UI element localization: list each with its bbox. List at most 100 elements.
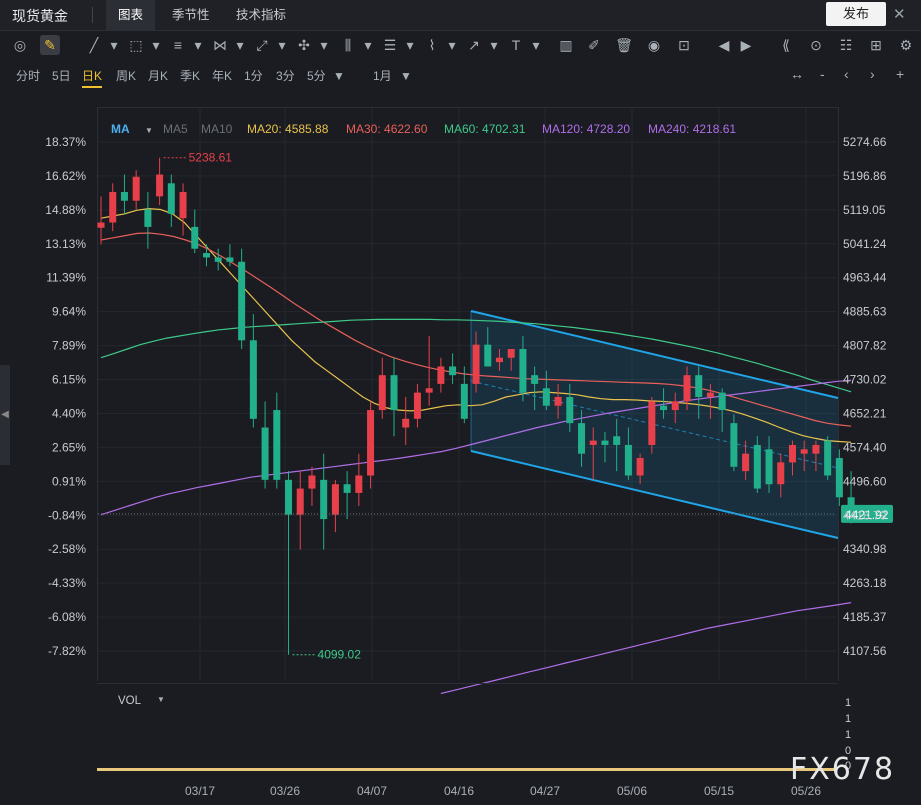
- candle-body: [660, 405, 668, 411]
- candle-body: [179, 192, 187, 219]
- vol-tick: 1: [845, 713, 852, 725]
- candle-body: [718, 392, 726, 411]
- y-tick-left: 11.39%: [46, 271, 86, 285]
- candle-body: [531, 375, 539, 384]
- y-tick-left: -6.08%: [48, 610, 86, 624]
- vol-tick: 1: [845, 729, 852, 741]
- y-tick-right: 5119.05: [843, 203, 886, 217]
- candle-body: [578, 423, 586, 454]
- x-tick: 04/16: [444, 784, 474, 798]
- candle-body: [695, 375, 703, 397]
- y-tick-right: 5274.66: [843, 135, 887, 149]
- y-tick-left: 0.91%: [52, 474, 86, 488]
- candle-body: [249, 340, 257, 419]
- y-tick-left: 9.64%: [52, 305, 86, 319]
- candle-body: [97, 222, 105, 228]
- y-tick-right: 4885.63: [843, 305, 887, 319]
- candle-body: [613, 436, 621, 445]
- candle-body: [472, 344, 480, 384]
- y-tick-right: 4807.82: [843, 339, 887, 353]
- candle-body: [355, 475, 363, 493]
- ma240-line: [440, 602, 852, 695]
- y-tick-right: 4185.37: [843, 610, 887, 624]
- candle-body: [413, 392, 421, 419]
- candle-body: [753, 444, 761, 489]
- volume-baseline: [97, 768, 837, 771]
- candle-body: [495, 357, 503, 363]
- candle-body: [601, 440, 609, 445]
- candle-body: [390, 375, 398, 411]
- candle-body: [273, 410, 281, 480]
- candle-body: [425, 388, 433, 393]
- candle-body: [202, 253, 210, 258]
- candle-body: [519, 349, 527, 393]
- candle-body: [788, 444, 796, 463]
- y-tick-left: 18.37%: [45, 135, 86, 149]
- candle-body: [109, 192, 117, 223]
- candle-body: [226, 257, 234, 262]
- y-tick-left: -4.33%: [48, 576, 86, 590]
- y-tick-left: 13.13%: [45, 237, 86, 251]
- legend-ma10: MA10: [201, 122, 233, 136]
- y-tick-left: 7.89%: [52, 339, 86, 353]
- candle-body: [120, 192, 128, 201]
- candle-body: [683, 375, 691, 402]
- legend-ma120: MA120: 4728.20: [542, 122, 630, 136]
- y-tick-right: 4574.40: [843, 440, 887, 454]
- y-tick-left: 4.40%: [52, 406, 86, 420]
- candle-body: [671, 401, 679, 411]
- candle-body: [214, 257, 222, 262]
- candle-body: [706, 392, 714, 397]
- y-tick-left: 6.15%: [52, 373, 86, 387]
- candle-body: [331, 484, 339, 515]
- candle-body: [648, 401, 656, 445]
- legend-ma20: MA20: 4585.88: [247, 122, 329, 136]
- chevron-down-icon[interactable]: ▼: [157, 695, 165, 704]
- y-tick-left: -2.58%: [48, 542, 86, 556]
- legend-ma60: MA60: 4702.31: [444, 122, 526, 136]
- y-tick-right: 4107.56: [843, 644, 887, 658]
- legend-ma30: MA30: 4622.60: [346, 122, 428, 136]
- y-tick-right: 5196.86: [843, 169, 887, 183]
- candle-body: [777, 462, 785, 485]
- candle-body: [542, 388, 550, 406]
- candle-body: [765, 449, 773, 485]
- candle-body: [296, 488, 304, 515]
- candle-body: [343, 484, 351, 493]
- volume-panel: [97, 683, 837, 776]
- y-tick-right: 4340.98: [843, 542, 887, 556]
- chevron-down-icon[interactable]: ▼: [145, 126, 153, 135]
- x-tick: 04/07: [357, 784, 387, 798]
- y-tick-right: 4496.60: [843, 474, 887, 488]
- candle-body: [238, 261, 246, 341]
- candle-body: [589, 440, 597, 445]
- y-tick-right: 4418.79: [843, 508, 887, 522]
- candle-body: [402, 418, 410, 428]
- y-tick-right: 4652.21: [843, 406, 887, 420]
- candle-body: [624, 444, 632, 476]
- volume-label: VOL: [118, 695, 142, 707]
- candle-body: [191, 226, 199, 249]
- candle-body: [167, 183, 175, 214]
- candle-body: [730, 423, 738, 467]
- y-tick-left: -0.84%: [48, 508, 86, 522]
- candle-body: [507, 349, 515, 358]
- legend: MA ▼ MA5 MA10 MA20: 4585.88 MA30: 4622.60 MA60…: [111, 122, 736, 136]
- candle-body: [285, 479, 293, 515]
- x-tick: 05/06: [617, 784, 647, 798]
- y-tick-left: 14.88%: [45, 203, 86, 217]
- candle-body: [449, 366, 457, 376]
- candle-body: [554, 396, 562, 406]
- candle-body: [835, 458, 843, 498]
- y-tick-right: 4730.02: [843, 373, 887, 387]
- candle-body: [378, 375, 386, 411]
- candle-body: [566, 396, 574, 424]
- candle-body: [824, 440, 832, 476]
- candle-body: [812, 444, 820, 454]
- candle-body: [308, 475, 316, 489]
- x-tick: 03/17: [185, 784, 215, 798]
- candle-body: [367, 410, 375, 476]
- y-tick-right: 5041.24: [843, 237, 887, 251]
- y-tick-left: -7.82%: [48, 644, 86, 658]
- candle-body: [144, 209, 152, 227]
